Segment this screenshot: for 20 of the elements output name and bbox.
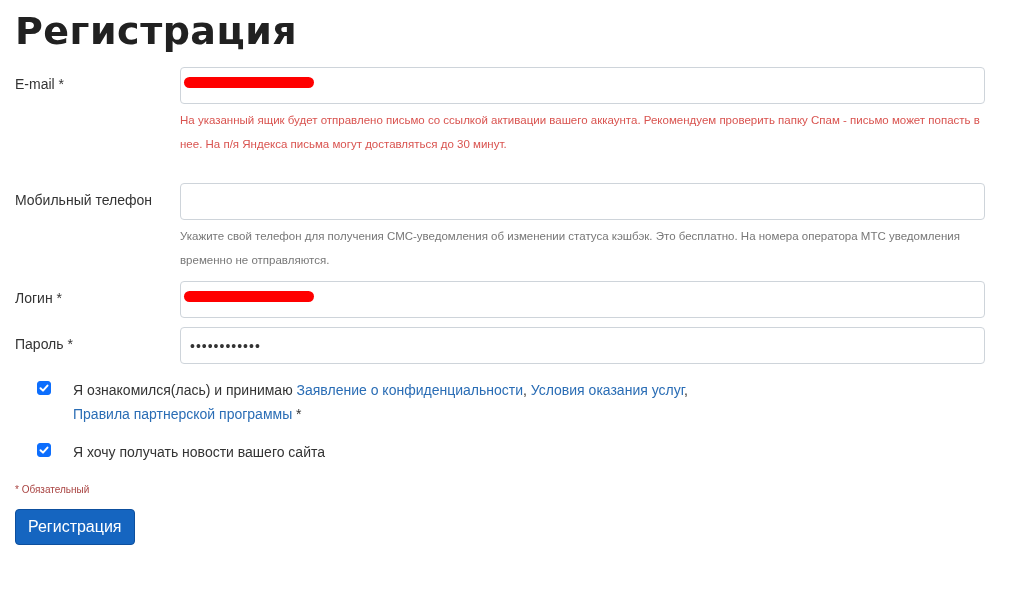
input-field[interactable] xyxy=(180,281,985,318)
link[interactable]: Правила партнерской программы xyxy=(73,406,293,422)
field-hint: Укажите свой телефон для получения СМС-уведомления об изменении статуса кэшбэк. Это бесплатно. На номера оператора МТС уведомления временно не отправляются. xyxy=(180,229,961,268)
input-field[interactable] xyxy=(180,67,985,104)
checkbox-label: Я хочу получать новости вашего сайта xyxy=(73,443,326,462)
register-button[interactable]: Регистрация xyxy=(15,509,135,545)
input-field[interactable]: •••••••••••• xyxy=(180,327,985,364)
input-field[interactable] xyxy=(180,183,985,220)
field-hint: На указанный ящик будет отправлено письмо со ссылкой активации вашего аккаунта. Рекомендуем проверить папку Спам - письмо может попасть в нее. На п/я Яндекса письма могут доставляться до 30 минут. xyxy=(180,113,981,152)
link[interactable]: Условия оказания услуг xyxy=(530,382,685,398)
field-label: Мобильный телефон xyxy=(15,191,153,210)
link[interactable]: Заявление о конфиденциальности xyxy=(296,382,523,398)
checkbox[interactable] xyxy=(37,443,51,457)
checkbox-label: Я ознакомился(лась) и принимаю Заявление о конфиденциальности, Условия оказания услуг, Правила партнерской программы * xyxy=(73,381,689,424)
checkbox[interactable] xyxy=(37,381,51,395)
page-title: Регистрация xyxy=(15,8,299,55)
required-note: * Обязательный xyxy=(15,484,91,495)
field-label: Логин * xyxy=(15,289,63,308)
field-label: Пароль * xyxy=(15,335,74,354)
field-label: E-mail * xyxy=(15,75,65,94)
